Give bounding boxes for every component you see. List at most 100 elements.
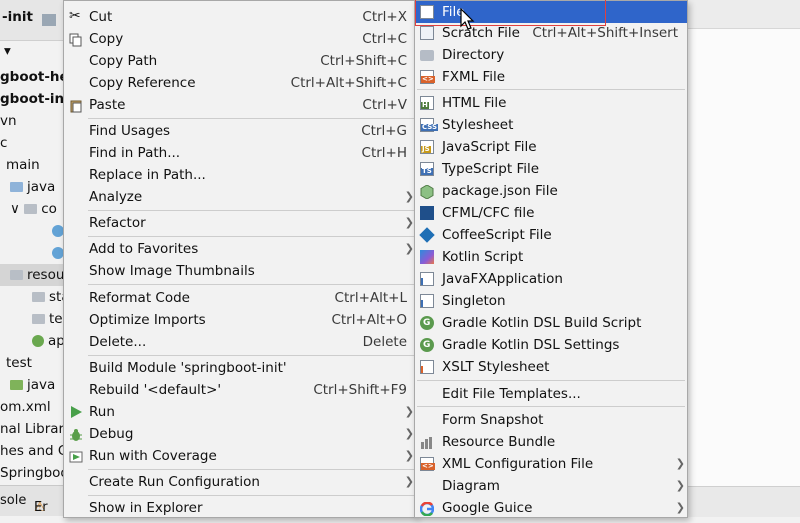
- tree-row[interactable]: java: [10, 176, 55, 198]
- menu-item-javascript-file[interactable]: JS JavaScript File: [415, 136, 687, 158]
- menu-item-label: Edit File Templates...: [442, 386, 581, 402]
- menu-item-label: Run: [89, 404, 115, 420]
- menu-item-form-snapshot[interactable]: Form Snapshot: [415, 409, 687, 431]
- menu-item-shortcut: Ctrl+Alt+Shift+C: [290, 75, 407, 91]
- tree-row[interactable]: ∨ co: [10, 198, 57, 220]
- menu-item-label: HTML File: [442, 95, 507, 111]
- menu-item-run[interactable]: Run ❯: [64, 401, 416, 423]
- menu-item-coffeescript-file[interactable]: CoffeeScript File: [415, 224, 687, 246]
- tree-row[interactable]: te: [32, 308, 63, 330]
- menu-item-shortcut: Ctrl+C: [362, 31, 407, 47]
- menu-item-kotlin-script[interactable]: Kotlin Script: [415, 246, 687, 268]
- package-icon: [24, 204, 38, 214]
- menu-item-typescript-file[interactable]: TS TypeScript File: [415, 158, 687, 180]
- tree-row[interactable]: main: [6, 154, 40, 176]
- menu-item-label: Singleton: [442, 293, 506, 309]
- folder-icon: [32, 314, 45, 324]
- menu-item-show-image-thumbnails[interactable]: Show Image Thumbnails: [64, 260, 416, 282]
- menu-item-label: TypeScript File: [442, 161, 540, 177]
- tree-row[interactable]: java: [10, 374, 55, 396]
- menu-item-run-with-coverage[interactable]: Run with Coverage ❯: [64, 445, 416, 467]
- file-tag: [421, 366, 423, 373]
- folder-icon: [32, 292, 45, 302]
- tree-row[interactable]: hes and C: [0, 440, 64, 462]
- menu-separator: [88, 355, 414, 356]
- menu-item-create-run-configuration[interactable]: Create Run Configuration ❯: [64, 471, 416, 493]
- menu-item-shortcut: Ctrl+X: [362, 9, 407, 25]
- xml-config-icon: <>: [420, 457, 435, 471]
- tree-toolbar-arrow[interactable]: ▾: [4, 40, 11, 62]
- menu-item-gradle-kotlin-settings[interactable]: G Gradle Kotlin DSL Settings: [415, 334, 687, 356]
- menu-item-edit-file-templates[interactable]: Edit File Templates...: [415, 383, 687, 405]
- menu-item-package-json[interactable]: package.json File: [415, 180, 687, 202]
- project-tree-panel: -init ▾ gboot-hel gboot-init vn c main j…: [0, 0, 64, 516]
- menu-item-debug[interactable]: Debug ❯: [64, 423, 416, 445]
- error-tab-label: Er: [34, 500, 48, 515]
- tree-row-label: sta: [49, 289, 64, 305]
- menu-item-refactor[interactable]: Refactor ❯: [64, 212, 416, 234]
- menu-item-optimize-imports[interactable]: Optimize Imports Ctrl+Alt+O: [64, 309, 416, 331]
- menu-item-find-usages[interactable]: Find Usages Ctrl+G: [64, 120, 416, 142]
- menu-item-stylesheet[interactable]: CSS Stylesheet: [415, 114, 687, 136]
- file-tag: <>: [421, 75, 435, 83]
- menu-item-shortcut: Ctrl+G: [361, 123, 407, 139]
- paste-icon: [69, 98, 83, 113]
- menu-item-label: JavaScript File: [442, 139, 537, 155]
- tree-row[interactable]: gboot-hel: [0, 66, 64, 88]
- tree-row[interactable]: ap: [32, 330, 64, 352]
- tree-row[interactable]: gboot-init: [0, 88, 64, 110]
- menu-separator: [88, 495, 414, 496]
- css-file-icon: CSS: [420, 118, 439, 132]
- cfml-icon: [420, 206, 434, 220]
- menu-item-shortcut: Ctrl+Shift+C: [320, 53, 407, 69]
- menu-item-label: Rebuild '<default>': [89, 382, 222, 398]
- menu-item-build-module[interactable]: Build Module 'springboot-init': [64, 357, 416, 379]
- menu-item-diagram[interactable]: Diagram ❯: [415, 475, 687, 497]
- tree-row-label: java: [27, 179, 56, 195]
- menu-item-label: Analyze: [89, 189, 143, 205]
- menu-item-reformat-code[interactable]: Reformat Code Ctrl+Alt+L: [64, 287, 416, 309]
- menu-item-analyze[interactable]: Analyze ❯: [64, 186, 416, 208]
- menu-item-copy-reference[interactable]: Copy Reference Ctrl+Alt+Shift+C: [64, 72, 416, 94]
- console-tab[interactable]: sole: [0, 493, 26, 508]
- tree-row[interactable]: test: [6, 352, 32, 374]
- menu-item-copy[interactable]: Copy Ctrl+C: [64, 28, 416, 50]
- menu-item-label: Form Snapshot: [442, 412, 544, 428]
- menu-item-xml-configuration-file[interactable]: <> XML Configuration File ❯: [415, 453, 687, 475]
- menu-item-xslt-stylesheet[interactable]: XSLT Stylesheet: [415, 356, 687, 378]
- menu-item-add-to-favorites[interactable]: Add to Favorites ❯: [64, 238, 416, 260]
- tree-row[interactable]: om.xml: [0, 396, 51, 418]
- menu-item-singleton[interactable]: Singleton: [415, 290, 687, 312]
- test-folder-icon: [10, 380, 23, 390]
- menu-item-paste[interactable]: Paste Ctrl+V: [64, 94, 416, 116]
- ts-file-icon: TS: [420, 162, 434, 176]
- menu-item-directory[interactable]: Directory: [415, 44, 687, 66]
- menu-item-label: Copy Reference: [89, 75, 196, 91]
- tree-row-label: resou: [27, 267, 64, 283]
- tree-row[interactable]: Springboo: [0, 462, 64, 484]
- tree-row-selected[interactable]: resou: [0, 264, 64, 286]
- bottom-tool-tabs: sole ⚠ Er: [0, 485, 64, 516]
- menu-item-label: XML Configuration File: [442, 456, 594, 472]
- menu-item-cfml-file[interactable]: CFML/CFC file: [415, 202, 687, 224]
- menu-item-fxml-file[interactable]: <> FXML File: [415, 66, 687, 88]
- menu-item-find-in-path[interactable]: Find in Path... Ctrl+H: [64, 142, 416, 164]
- menu-item-resource-bundle[interactable]: Resource Bundle: [415, 431, 687, 453]
- menu-item-gradle-kotlin-build-script[interactable]: G Gradle Kotlin DSL Build Script: [415, 312, 687, 334]
- menu-item-label: JavaFXApplication: [442, 271, 563, 287]
- menu-item-rebuild[interactable]: Rebuild '<default>' Ctrl+Shift+F9: [64, 379, 416, 401]
- menu-item-cut[interactable]: ✂ Cut Ctrl+X: [64, 6, 416, 28]
- menu-item-copy-path[interactable]: Copy Path Ctrl+Shift+C: [64, 50, 416, 72]
- menu-item-javafx-application[interactable]: JavaFXApplication: [415, 268, 687, 290]
- menu-item-html-file[interactable]: H HTML File: [415, 92, 687, 114]
- tree-row[interactable]: vn: [0, 110, 17, 132]
- menu-item-delete[interactable]: Delete... Delete: [64, 331, 416, 353]
- tree-row[interactable]: c: [0, 132, 7, 154]
- scratch-file-icon: [420, 26, 434, 40]
- project-tab[interactable]: -init: [2, 9, 33, 25]
- menu-item-replace-in-path[interactable]: Replace in Path...: [64, 164, 416, 186]
- gradle-icon: G: [420, 338, 434, 352]
- tree-row[interactable]: nal Librarie: [0, 418, 64, 440]
- menu-item-label: Paste: [89, 97, 126, 113]
- tree-row[interactable]: sta: [32, 286, 64, 308]
